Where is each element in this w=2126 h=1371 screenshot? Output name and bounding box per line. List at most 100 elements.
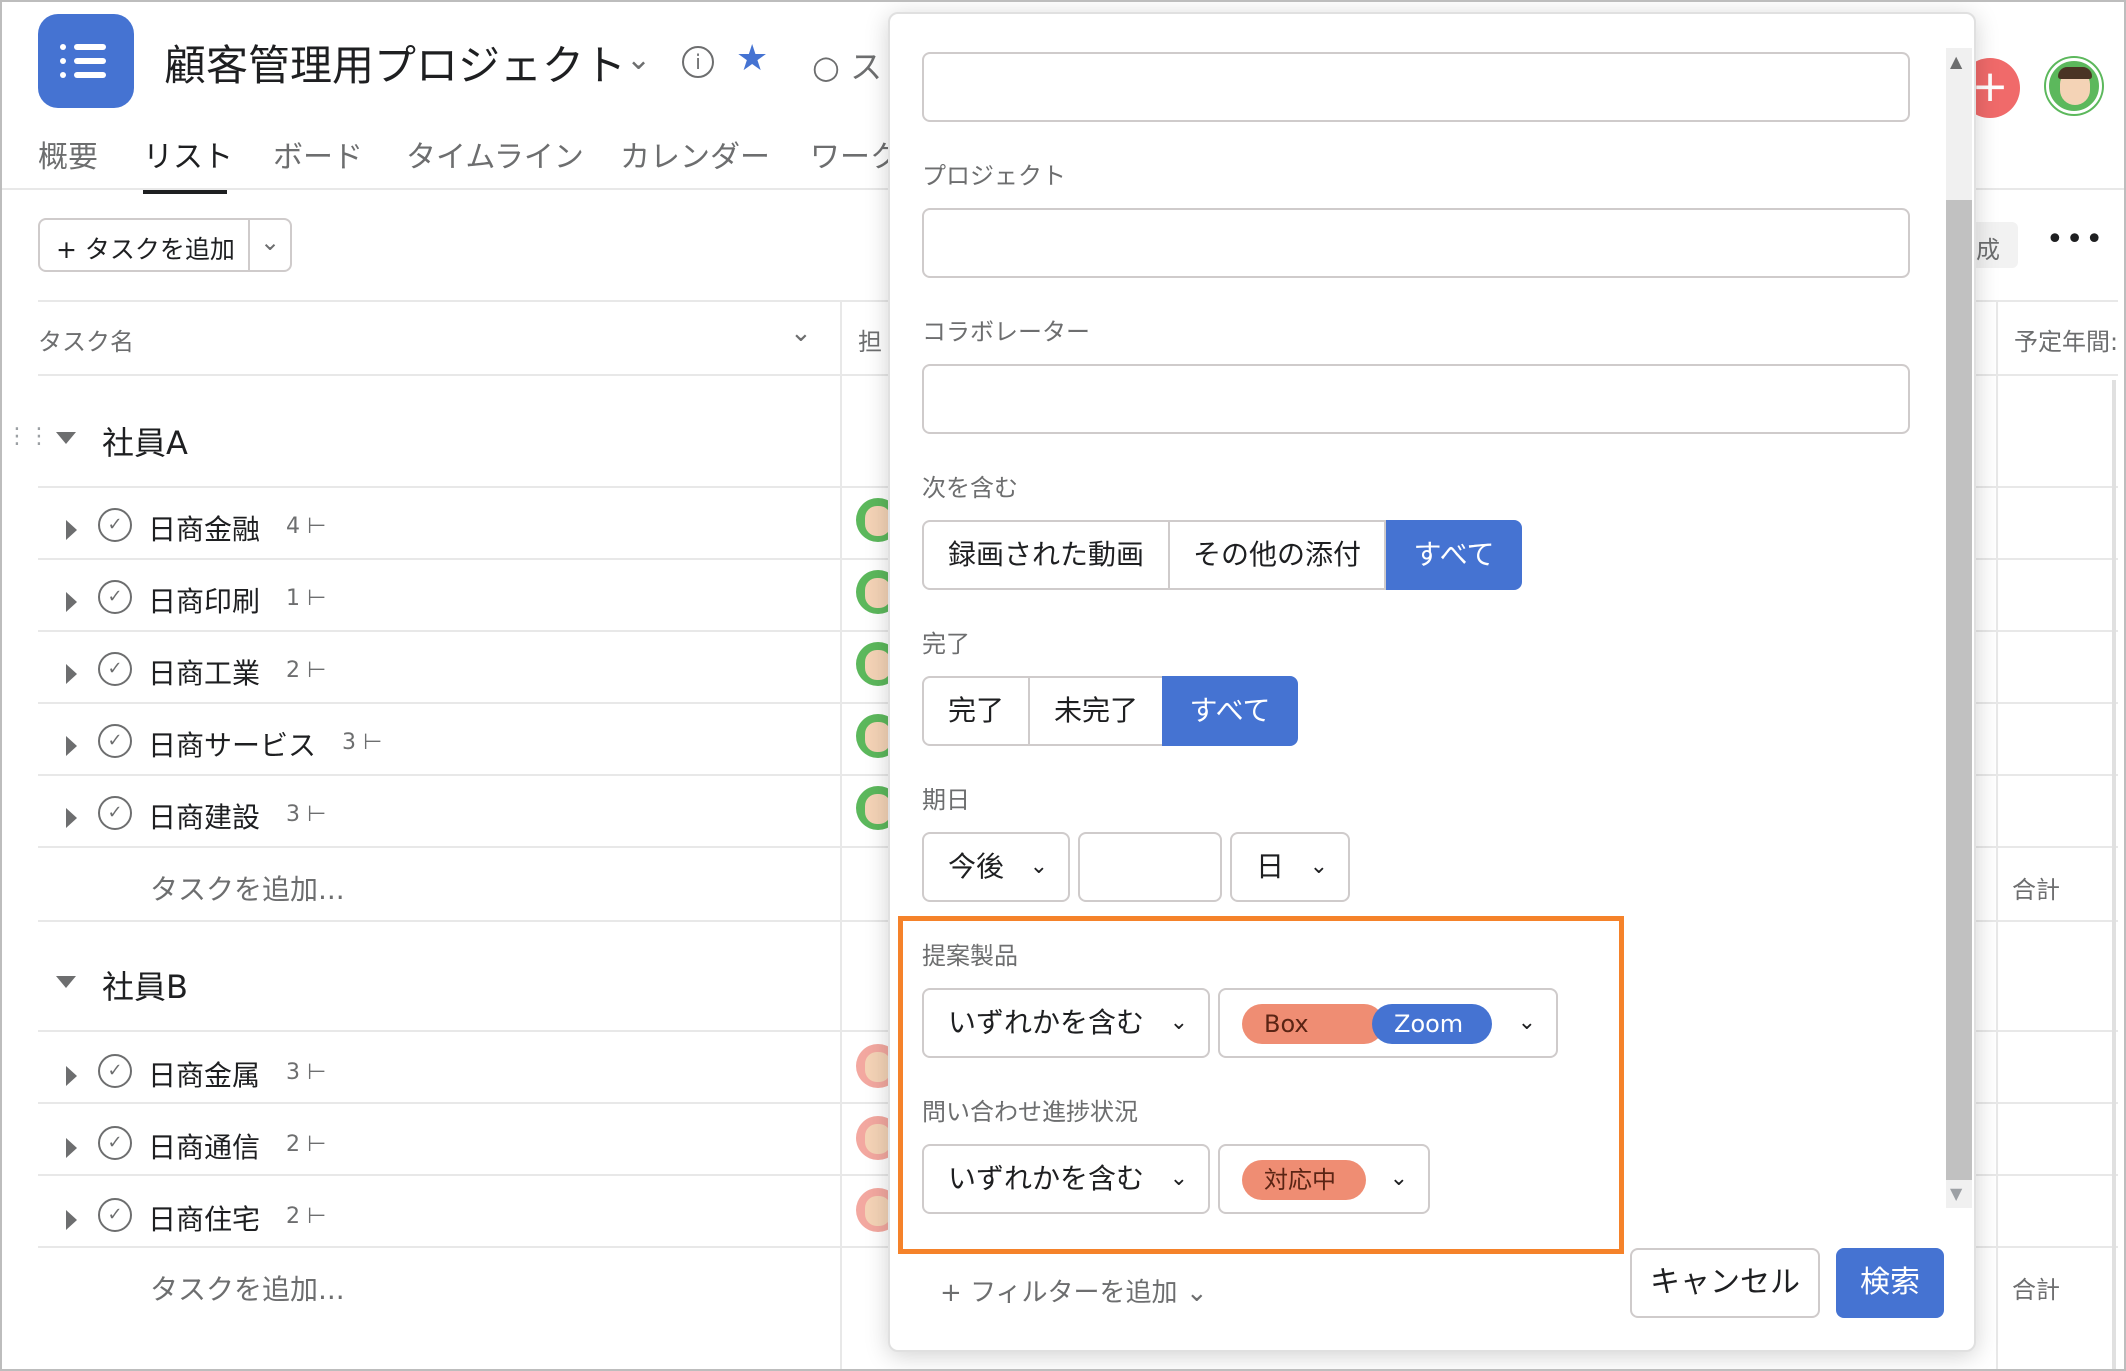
column-header-assignee[interactable]: 担 [858, 322, 882, 357]
subtask-icon: ⊢ [307, 514, 327, 539]
add-task-link[interactable]: タスクを追加... [150, 868, 345, 908]
column-header-task-name[interactable]: タスク名 [38, 322, 134, 357]
task-name[interactable]: 日商工業 [148, 652, 260, 692]
active-tab-indicator [143, 190, 227, 194]
project-input[interactable] [922, 208, 1910, 278]
expand-icon[interactable] [66, 592, 77, 612]
chevron-down-icon[interactable]: ⌄ [790, 318, 812, 348]
plus-icon: + [940, 1278, 971, 1308]
add-filter-button[interactable]: + フィルターを追加 ⌄ [940, 1272, 1208, 1309]
caret-down-icon[interactable] [56, 976, 76, 988]
dialog-scrollbar-thumb[interactable] [1946, 200, 1972, 1180]
includes-option-attachments[interactable]: その他の添付 [1168, 520, 1386, 590]
collaborator-label: コラボレーター [922, 318, 1090, 346]
expand-icon[interactable] [66, 664, 77, 684]
completion-option-all[interactable]: すべて [1162, 676, 1298, 746]
scroll-down-icon[interactable]: ▼ [1950, 1184, 1962, 1203]
check-circle-icon[interactable]: ✓ [98, 508, 132, 542]
check-circle-icon[interactable]: ✓ [98, 580, 132, 614]
project-title: 顧客管理用プロジェクト [164, 41, 627, 90]
section-title[interactable]: 社員A [102, 418, 188, 464]
project-list-icon[interactable] [38, 14, 134, 108]
total-label: 合計 [2012, 1276, 2060, 1304]
scrollbar[interactable] [2112, 380, 2116, 1371]
expand-icon[interactable] [66, 736, 77, 756]
completion-option-incomplete[interactable]: 未完了 [1028, 676, 1164, 746]
add-task-label: タスクを追加 [84, 235, 235, 264]
cancel-button[interactable]: キャンセル [1630, 1248, 1820, 1318]
chevron-down-icon: ⌄ [1185, 1278, 1208, 1308]
text-filter-input[interactable] [922, 52, 1910, 122]
subtask-count: 3 [286, 1060, 300, 1085]
tab-calendar[interactable]: カレンダー [620, 132, 770, 176]
tab-board[interactable]: ボード [273, 132, 363, 176]
check-circle-icon[interactable]: ✓ [98, 652, 132, 686]
subtask-count: 4 [286, 514, 300, 539]
check-circle-icon[interactable]: ✓ [98, 1126, 132, 1160]
collaborator-input[interactable] [922, 364, 1910, 434]
subtask-count: 3 [286, 802, 300, 827]
subtask-icon: ⊢ [363, 730, 383, 755]
subtask-icon: ⊢ [307, 802, 327, 827]
subtask-count: 2 [286, 1132, 300, 1157]
includes-option-video[interactable]: 録画された動画 [922, 520, 1170, 590]
due-unit-value: 日 [1256, 850, 1285, 883]
check-circle-icon[interactable]: ✓ [98, 1198, 132, 1232]
subtask-icon: ⊢ [307, 1060, 327, 1085]
check-circle-icon[interactable]: ✓ [98, 796, 132, 830]
task-name[interactable]: 日商建設 [148, 796, 260, 836]
plus-icon: + [56, 235, 85, 264]
due-relative-select[interactable]: 今後 ⌄ [922, 832, 1070, 902]
expand-icon[interactable] [66, 1066, 77, 1086]
search-button[interactable]: 検索 [1836, 1248, 1944, 1318]
task-name[interactable]: 日商サービス [148, 724, 316, 764]
task-name[interactable]: 日商印刷 [148, 580, 260, 620]
subtask-count: 2 [286, 658, 300, 683]
chevron-down-icon[interactable]: ⌄ [260, 228, 280, 256]
chevron-down-icon: ⌄ [1309, 854, 1328, 879]
tab-list[interactable]: リスト [143, 132, 233, 176]
subtask-count: 3 [342, 730, 356, 755]
highlight-box [898, 916, 1624, 1254]
tab-workload[interactable]: ワーク [810, 132, 900, 176]
star-icon[interactable]: ★ [736, 38, 768, 79]
completion-option-done[interactable]: 完了 [922, 676, 1030, 746]
completion-label: 完了 [922, 630, 970, 658]
subtask-icon: ⊢ [307, 1132, 327, 1157]
task-name[interactable]: 日商住宅 [148, 1198, 260, 1238]
avatar[interactable] [2046, 58, 2102, 114]
info-icon[interactable]: i [682, 46, 714, 78]
chevron-down-icon: ⌄ [1029, 854, 1048, 879]
drag-handle-icon[interactable]: ⋮⋮ [6, 424, 50, 449]
subtask-count: 1 [286, 586, 300, 611]
status-button[interactable]: ○ ス [812, 42, 882, 88]
expand-icon[interactable] [66, 1138, 77, 1158]
subtask-icon: ⊢ [307, 1204, 327, 1229]
due-unit-select[interactable]: 日 ⌄ [1230, 832, 1350, 902]
tab-timeline[interactable]: タイムライン [406, 132, 584, 176]
task-name[interactable]: 日商通信 [148, 1126, 260, 1166]
expand-icon[interactable] [66, 1210, 77, 1230]
includes-label: 次を含む [922, 474, 1018, 502]
scroll-up-icon[interactable]: ▲ [1950, 52, 1962, 71]
add-filter-label: フィルターを追加 [970, 1278, 1178, 1308]
task-name[interactable]: 日商金融 [148, 508, 260, 548]
add-task-button[interactable]: + タスクを追加 ⌄ [38, 218, 292, 272]
task-name[interactable]: 日商金属 [148, 1054, 260, 1094]
tab-overview[interactable]: 概要 [38, 132, 98, 176]
add-task-link[interactable]: タスクを追加... [150, 1268, 345, 1308]
section-title[interactable]: 社員B [102, 962, 188, 1008]
due-number-input[interactable] [1078, 832, 1222, 902]
subtask-icon: ⊢ [307, 658, 327, 683]
total-label: 合計 [2012, 876, 2060, 904]
includes-option-all[interactable]: すべて [1386, 520, 1522, 590]
expand-icon[interactable] [66, 808, 77, 828]
caret-down-icon[interactable] [56, 432, 76, 444]
column-divider [840, 300, 842, 1371]
more-icon[interactable]: ••• [2046, 222, 2105, 257]
column-header-annual[interactable]: 予定年間: [2014, 322, 2118, 357]
expand-icon[interactable] [66, 520, 77, 540]
check-circle-icon[interactable]: ✓ [98, 724, 132, 758]
chevron-down-icon[interactable]: ⌄ [626, 42, 651, 77]
check-circle-icon[interactable]: ✓ [98, 1054, 132, 1088]
